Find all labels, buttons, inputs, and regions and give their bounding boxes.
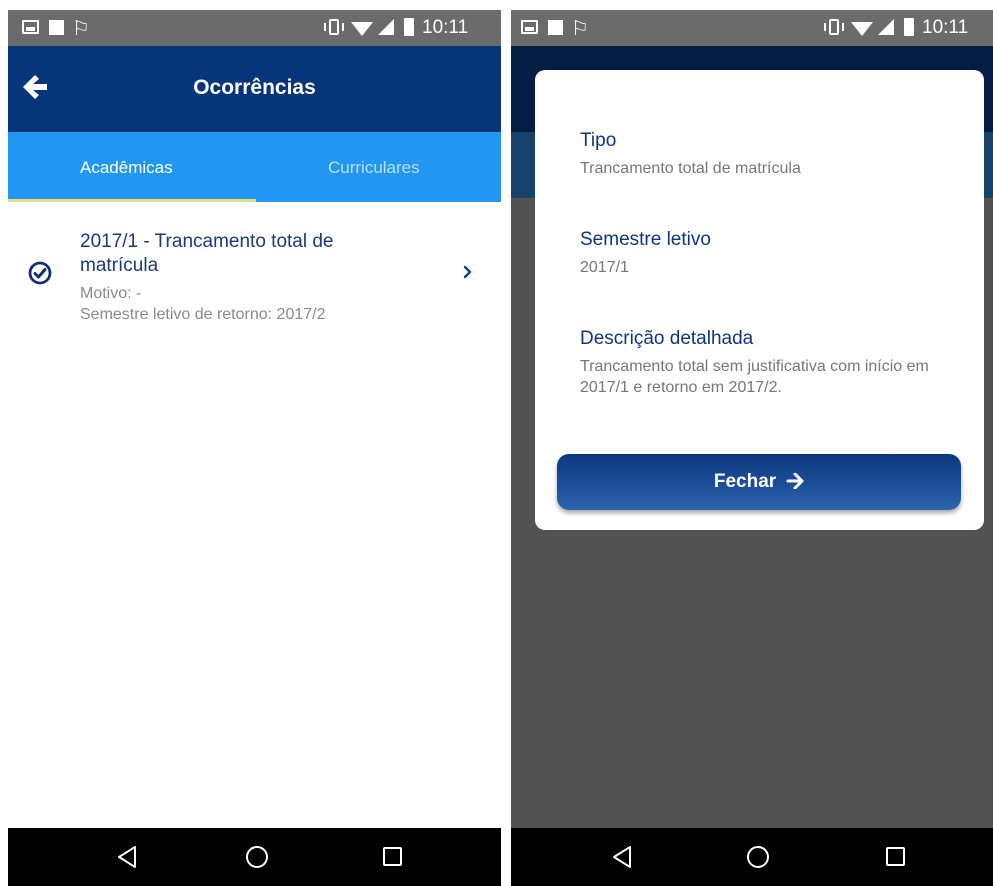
image-notification-icon [22,20,39,34]
signal-icon [878,19,894,35]
image-notification-icon [521,20,538,34]
tab-academicas[interactable]: Acadêmicas [80,158,173,178]
nav-recents-icon[interactable] [886,847,905,866]
stop-notification-icon [49,20,64,35]
occurrence-title: 2017/1 - Trancamento total de matrícula [80,231,334,276]
field-label-semestre: Semestre letivo [580,229,711,250]
field-value-semestre: 2017/1 [580,259,629,276]
occurrence-detail-dialog: Tipo Trancamento total de matrícula Seme… [535,70,984,530]
flag-notification-icon: ⚐ [571,16,589,40]
app-bar: Ocorrências [8,46,501,132]
nav-home-icon[interactable] [747,846,769,868]
occurrences-screen: ⚐ 10:11 Ocorrências Acadêmicas Curricula… [8,10,501,886]
stop-notification-icon [548,20,563,35]
page-title: Ocorrências [193,76,316,99]
check-circle-icon [28,261,52,285]
wifi-icon [351,22,373,36]
wifi-icon [851,22,873,36]
close-button[interactable]: Fechar [557,454,961,510]
battery-icon [904,18,914,36]
system-nav-bar [8,828,501,886]
field-value-descricao: Trancamento total sem justificativa com … [580,358,929,396]
signal-icon [378,19,394,35]
nav-home-icon[interactable] [246,846,268,868]
status-time: 10:11 [922,17,969,38]
status-bar: ⚐ 10:11 [511,10,993,46]
vibrate-icon [324,19,344,35]
tab-curriculares[interactable]: Curriculares [328,158,420,178]
field-value-tipo: Trancamento total de matrícula [580,160,801,177]
close-button-label: Fechar [713,471,777,492]
occurrence-return-semester: Semestre letivo de retorno: 2017/2 [80,306,326,323]
vibrate-icon [824,19,844,35]
system-nav-bar [511,828,993,886]
occurrence-detail-screen: ⚐ 10:11 Tipo Trancamento total de matríc… [511,10,993,886]
status-bar: ⚐ 10:11 [8,10,501,46]
tab-bar: Acadêmicas Curriculares [8,132,501,202]
flag-notification-icon: ⚐ [72,16,90,40]
nav-back-icon[interactable] [116,845,138,869]
occurrence-reason: Motivo: - [80,285,142,302]
occurrence-list-item[interactable]: 2017/1 - Trancamento total de matrícula … [8,202,501,342]
status-time: 10:11 [422,17,469,38]
chevron-right-icon [463,265,472,279]
field-label-tipo: Tipo [580,130,617,151]
arrow-right-icon [786,473,804,489]
nav-back-icon[interactable] [611,845,633,869]
nav-recents-icon[interactable] [383,847,402,866]
battery-icon [404,18,414,36]
field-label-descricao: Descrição detalhada [580,328,754,349]
